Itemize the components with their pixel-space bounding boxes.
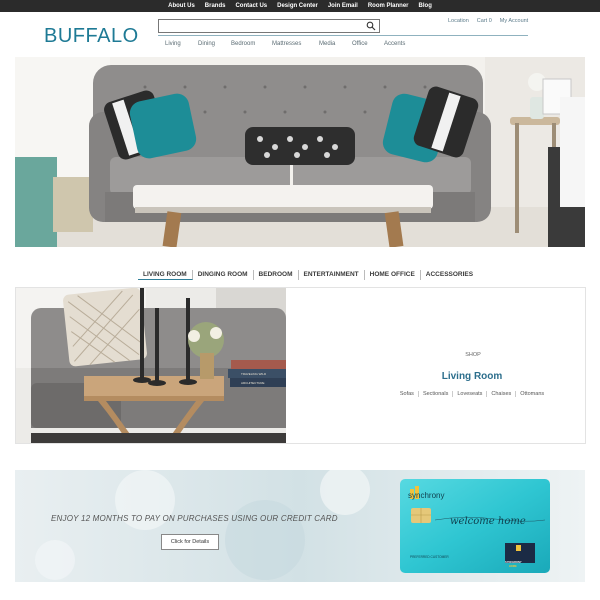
link-ottomans[interactable]: Ottomans bbox=[516, 391, 548, 397]
tab-home-office[interactable]: HOME OFFICE bbox=[365, 270, 421, 280]
nav-item-media[interactable]: Media bbox=[319, 41, 352, 47]
living-room-subcategory-links: Sofas Sectionals Loveseats Chaises Ottom… bbox=[380, 391, 564, 397]
tab-bedroom[interactable]: BEDROOM bbox=[254, 270, 299, 280]
site-logo[interactable]: BUFFALO bbox=[44, 25, 139, 48]
nav-item-dining[interactable]: Dining bbox=[198, 41, 231, 47]
nav-item-mattresses[interactable]: Mattresses bbox=[272, 41, 319, 47]
topbar-link-contact-us[interactable]: Contact Us bbox=[235, 3, 267, 9]
tab-entertainment[interactable]: ENTERTAINMENT bbox=[299, 270, 365, 280]
topbar-link-about-us[interactable]: About Us bbox=[168, 3, 195, 9]
room-category-tabs: LIVING ROOM DINGING ROOM BEDROOM ENTERTA… bbox=[138, 270, 478, 280]
credit-promo-text: ENJOY 12 MONTHS TO PAY ON PURCHASES USIN… bbox=[51, 514, 338, 523]
tab-accessories[interactable]: ACCESSORIES bbox=[421, 270, 478, 280]
book-spine-label: ARCHITECTURE bbox=[241, 381, 265, 385]
topbar-link-blog[interactable]: Blog bbox=[419, 3, 432, 9]
book-spine-label: TRAVELING WILD bbox=[241, 372, 267, 376]
tab-dining-room[interactable]: DINGING ROOM bbox=[193, 270, 254, 280]
synchrony-credit-card[interactable]: synchrony welcome home PREFERRED CUSTOME… bbox=[400, 479, 560, 573]
living-room-feature-panel: TRAVELING WILD ARCHITECTURE bbox=[15, 287, 586, 444]
nav-item-bedroom[interactable]: Bedroom bbox=[231, 41, 272, 47]
card-brand-text: synchrony bbox=[408, 491, 444, 500]
tab-living-room[interactable]: LIVING ROOM bbox=[138, 270, 193, 280]
hero-living-room-image bbox=[15, 57, 585, 247]
header-divider bbox=[158, 35, 528, 36]
nav-item-office[interactable]: Office bbox=[352, 41, 384, 47]
card-logo-line1: SYNCHRONY bbox=[505, 560, 522, 564]
card-logo-line2: HOME bbox=[509, 564, 517, 568]
topbar-link-join-email[interactable]: Join Email bbox=[328, 3, 358, 9]
nav-item-accents[interactable]: Accents bbox=[384, 41, 405, 47]
location-link[interactable]: Location bbox=[448, 18, 469, 24]
topbar-link-brands[interactable]: Brands bbox=[205, 3, 226, 9]
hero-banner[interactable] bbox=[15, 57, 585, 247]
click-for-details-button[interactable]: Click for Details bbox=[161, 534, 219, 550]
card-script-text: welcome home bbox=[450, 516, 526, 527]
main-nav: Living Dining Bedroom Mattresses Media O… bbox=[165, 41, 405, 47]
link-loveseats[interactable]: Loveseats bbox=[453, 391, 488, 397]
topbar-link-design-center[interactable]: Design Center bbox=[277, 3, 318, 9]
shop-eyebrow: SHOP bbox=[465, 352, 481, 358]
top-utility-bar: About Us Brands Contact Us Design Center… bbox=[0, 0, 600, 12]
link-sectionals[interactable]: Sectionals bbox=[419, 391, 454, 397]
link-chaises[interactable]: Chaises bbox=[487, 391, 517, 397]
link-sofas[interactable]: Sofas bbox=[396, 391, 419, 397]
cart-link[interactable]: Cart 0 bbox=[477, 18, 492, 24]
my-account-link[interactable]: My Account bbox=[500, 18, 528, 24]
topbar-link-room-planner[interactable]: Room Planner bbox=[368, 3, 409, 9]
search-input[interactable] bbox=[158, 19, 380, 33]
living-room-feature-image[interactable]: TRAVELING WILD ARCHITECTURE bbox=[16, 288, 286, 443]
card-type-text: PREFERRED CUSTOMER bbox=[410, 555, 449, 559]
nav-item-living[interactable]: Living bbox=[165, 41, 198, 47]
search-icon[interactable] bbox=[366, 21, 376, 31]
living-room-heading-link[interactable]: Living Room bbox=[380, 371, 564, 382]
utility-links: Location Cart 0 My Account bbox=[448, 18, 528, 24]
